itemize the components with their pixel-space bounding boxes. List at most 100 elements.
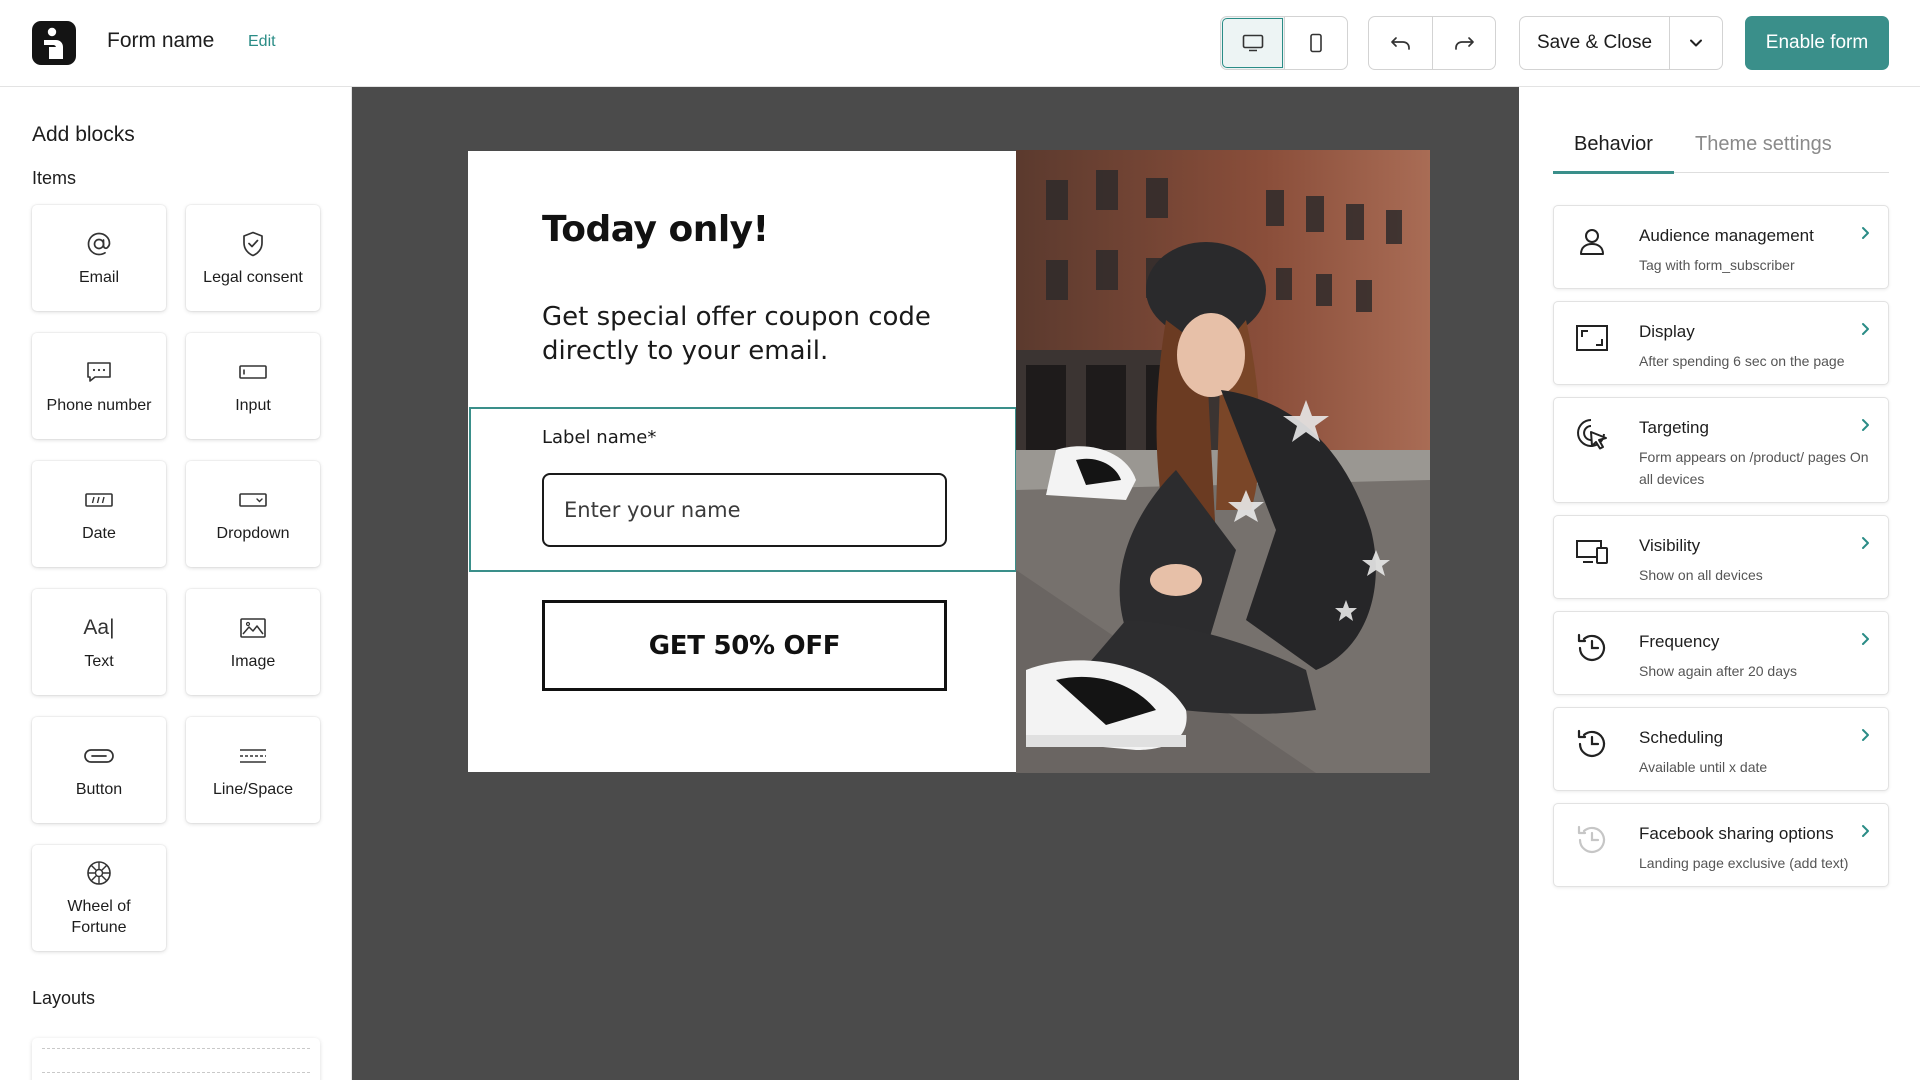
redo-button[interactable] xyxy=(1432,17,1495,69)
button-icon xyxy=(83,741,115,771)
image-icon xyxy=(239,613,267,643)
setting-description: Landing page exclusive (add text) xyxy=(1639,855,1849,871)
device-toggle xyxy=(1220,16,1348,70)
block-label: Line/Space xyxy=(212,780,294,798)
chevron-right-icon xyxy=(1862,227,1869,239)
setting-description: Available until x date xyxy=(1639,759,1768,775)
shield-check-icon xyxy=(240,229,266,259)
redo-icon xyxy=(1455,37,1474,50)
mobile-view-button[interactable] xyxy=(1284,17,1347,69)
block-date[interactable]: Date xyxy=(32,461,166,567)
save-options-dropdown[interactable] xyxy=(1669,17,1722,69)
block-label: Input xyxy=(235,396,271,414)
block-label: Email xyxy=(78,268,119,286)
block-label: Date xyxy=(82,524,116,542)
enable-form-button[interactable]: Enable form xyxy=(1745,16,1889,70)
items-heading: Items xyxy=(32,168,77,188)
field-label: Label name* xyxy=(542,427,657,448)
tab-theme-settings[interactable]: Theme settings xyxy=(1695,133,1832,156)
form-content: Today only! Get special offer coupon cod… xyxy=(468,151,1017,772)
save-controls: Save & Close xyxy=(1519,16,1723,70)
clock-history-disabled-icon xyxy=(1574,822,1610,858)
block-dropdown[interactable]: Dropdown xyxy=(186,461,320,567)
block-label: Phone number xyxy=(46,396,152,414)
block-label: Text xyxy=(84,652,114,670)
chevron-right-icon xyxy=(1862,633,1869,645)
setting-title: Targeting xyxy=(1639,418,1709,437)
setting-description: Show again after 20 days xyxy=(1639,663,1797,679)
chevron-right-icon xyxy=(1862,537,1869,549)
date-field-icon xyxy=(84,485,114,515)
chevron-right-icon xyxy=(1862,323,1869,335)
setting-title: Visibility xyxy=(1639,536,1701,555)
display-frame-icon xyxy=(1574,320,1610,356)
selected-field-block[interactable]: Label name* xyxy=(469,407,1017,572)
setting-title: Frequency xyxy=(1639,632,1720,651)
name-input[interactable] xyxy=(542,473,947,547)
block-email[interactable]: Email xyxy=(32,205,166,311)
setting-frequency[interactable]: Frequency Show again after 20 days xyxy=(1553,611,1889,695)
undo-icon xyxy=(1390,37,1410,50)
block-label: Wheel of Fortune xyxy=(67,898,131,936)
clock-history-icon xyxy=(1574,630,1610,666)
block-phone-number[interactable]: Phone number xyxy=(32,333,166,439)
setting-title: Scheduling xyxy=(1639,728,1724,747)
active-tab-indicator xyxy=(1553,171,1674,174)
tab-behavior[interactable]: Behavior xyxy=(1574,133,1653,156)
form-name-title: Form name xyxy=(107,29,215,52)
form-subtext[interactable]: Get special offer coupon code directly t… xyxy=(542,300,982,368)
block-wheel-of-fortune[interactable]: Wheel of Fortune xyxy=(32,845,166,951)
block-label: Image xyxy=(230,652,276,670)
text-icon: Aa| xyxy=(83,615,115,639)
block-image[interactable]: Image xyxy=(186,589,320,695)
add-blocks-sidebar: Add blocks Items Email Legal consent Pho… xyxy=(0,87,352,1080)
settings-panel: Behavior Theme settings Audience managem… xyxy=(1519,87,1920,1080)
undo-button[interactable] xyxy=(1369,17,1432,69)
setting-description: Tag with form_subscriber xyxy=(1639,257,1795,273)
setting-title: Facebook sharing options xyxy=(1639,824,1834,843)
target-cursor-icon xyxy=(1574,416,1610,452)
sidebar-title: Add blocks xyxy=(32,123,135,146)
editor-canvas: Today only! Get special offer coupon cod… xyxy=(352,87,1519,1080)
wheel-icon xyxy=(85,858,113,888)
history-controls xyxy=(1368,16,1496,70)
chat-bubble-icon xyxy=(85,357,113,387)
chevron-right-icon xyxy=(1862,419,1869,431)
setting-scheduling[interactable]: Scheduling Available until x date xyxy=(1553,707,1889,791)
chevron-down-icon xyxy=(1690,39,1702,47)
mobile-icon xyxy=(1310,33,1322,53)
chevron-right-icon xyxy=(1862,825,1869,837)
setting-targeting[interactable]: Targeting Form appears on /product/ page… xyxy=(1553,397,1889,503)
block-legal-consent[interactable]: Legal consent xyxy=(186,205,320,311)
setting-description: Form appears on /product/ pages On all d… xyxy=(1639,449,1869,487)
form-preview: Today only! Get special offer coupon cod… xyxy=(468,150,1430,773)
app-logo-icon[interactable] xyxy=(32,21,76,65)
setting-description: Show on all devices xyxy=(1639,567,1763,583)
form-hero-image[interactable] xyxy=(1016,150,1430,773)
setting-display[interactable]: Display After spending 6 sec on the page xyxy=(1553,301,1889,385)
at-icon xyxy=(85,229,113,259)
block-text[interactable]: Aa| Text xyxy=(32,589,166,695)
top-bar: Form name Edit Save & Close Enable form xyxy=(0,0,1920,87)
block-button[interactable]: Button xyxy=(32,717,166,823)
block-label: Dropdown xyxy=(216,524,290,542)
block-label: Button xyxy=(75,780,123,798)
form-headline[interactable]: Today only! xyxy=(542,209,769,250)
block-label: Legal consent xyxy=(203,268,303,286)
setting-title: Display xyxy=(1639,322,1695,341)
setting-visibility[interactable]: Visibility Show on all devices xyxy=(1553,515,1889,599)
layout-option[interactable] xyxy=(32,1038,320,1080)
save-close-button[interactable]: Save & Close xyxy=(1520,17,1669,69)
layouts-heading: Layouts xyxy=(32,988,96,1008)
block-line-space[interactable]: Line/Space xyxy=(186,717,320,823)
user-icon xyxy=(1574,224,1610,260)
block-input[interactable]: Input xyxy=(186,333,320,439)
desktop-icon xyxy=(1242,34,1263,52)
setting-audience-management[interactable]: Audience management Tag with form_subscr… xyxy=(1553,205,1889,289)
cta-button[interactable]: GET 50% OFF xyxy=(542,600,947,691)
dropdown-icon xyxy=(238,485,268,515)
edit-form-name-link[interactable]: Edit xyxy=(248,33,276,51)
chevron-right-icon xyxy=(1862,729,1869,741)
desktop-view-button[interactable] xyxy=(1221,17,1284,69)
setting-facebook-sharing[interactable]: Facebook sharing options Landing page ex… xyxy=(1553,803,1889,887)
